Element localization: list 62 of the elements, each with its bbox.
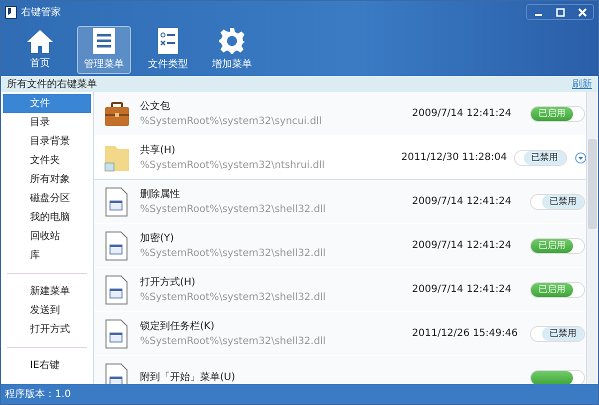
item-path: %SystemRoot%\system32\shell32.dll <box>140 290 327 304</box>
list-row[interactable]: 加密(Y) %SystemRoot%\system32\shell32.dll 2009/7/14 12:41:24 已启用 <box>94 224 586 268</box>
item-name: 锁定到任务栏(K) <box>140 320 216 334</box>
sidebar-item[interactable]: 新建菜单 <box>3 282 91 301</box>
checklist-icon <box>157 27 179 55</box>
item-date: 2011/12/26 15:49:46 <box>412 327 519 341</box>
home-icon <box>26 28 54 54</box>
gear-icon <box>218 27 246 55</box>
list-icon <box>92 27 116 55</box>
sidebar-item[interactable]: 回收站 <box>3 227 91 246</box>
toolbar-button[interactable]: 首页 <box>13 26 67 74</box>
item-date: 2009/7/14 12:41:24 <box>412 239 512 253</box>
sidebar-item[interactable]: 发送到 <box>3 301 91 320</box>
item-date: 2011/12/30 11:28:04 <box>401 151 508 165</box>
section-title: 所有文件的右键菜单 <box>7 78 97 92</box>
close-icon[interactable] <box>578 8 586 16</box>
scrollbar-thumb[interactable] <box>588 139 597 229</box>
sidebar-item[interactable]: 磁盘分区 <box>3 189 91 208</box>
list-row[interactable]: 打开方式(H) %SystemRoot%\system32\shell32.dll 2009/7/14 12:41:24 已启用 <box>94 268 586 312</box>
scrollbar[interactable] <box>586 92 598 384</box>
item-path: %SystemRoot%\system32\shell32.dll <box>140 334 327 348</box>
window-title: 右键管家 <box>21 6 61 20</box>
toggle-switch[interactable]: 已禁用 <box>530 326 585 342</box>
version-text: 程序版本：1.0 <box>5 388 71 402</box>
sidebar-item[interactable]: 打开方式 <box>3 320 91 339</box>
item-path: %SystemRoot%\system32\ntshrui.dll <box>140 158 326 172</box>
toggle-switch[interactable]: 已禁用 <box>514 150 567 166</box>
dropdown-icon[interactable] <box>574 152 586 164</box>
item-path: %SystemRoot%\system32\shell32.dll <box>140 202 327 216</box>
item-name: 加密(Y) <box>140 232 175 246</box>
toggle-switch[interactable]: 已禁用 <box>530 194 585 210</box>
item-name: 共享(H) <box>140 144 176 158</box>
app-logo-icon <box>5 6 17 18</box>
list-row[interactable]: 共享(H) %SystemRoot%\system32\ntshrui.dll 2011/12/30 11:28:04 已禁用 <box>94 136 586 180</box>
sidebar-item[interactable]: 我的电脑 <box>3 208 91 227</box>
toolbar-button[interactable]: 增加菜单 <box>205 26 259 74</box>
toggle-switch[interactable] <box>530 370 585 384</box>
item-date: 2009/7/14 12:41:24 <box>412 107 512 121</box>
item-name: 打开方式(H) <box>140 276 196 290</box>
toolbar-button[interactable]: 文件类型 <box>141 26 195 74</box>
refresh-link[interactable]: 刷新 <box>572 76 592 92</box>
file-icon <box>104 186 130 216</box>
item-date: 2009/7/14 12:41:24 <box>412 195 512 209</box>
sidebar-item[interactable]: IE右键 <box>3 356 91 375</box>
list-row[interactable]: 删除属性 %SystemRoot%\system32\shell32.dll 2009/7/14 12:41:24 已禁用 <box>94 180 586 224</box>
item-path: %SystemRoot%\system32\syncui.dll <box>140 114 323 128</box>
item-name: 附到「开始」菜单(U) <box>140 370 236 384</box>
file-icon <box>104 230 130 260</box>
sidebar-item[interactable]: 文件 <box>3 94 91 113</box>
sidebar-item[interactable]: 目录 <box>3 113 91 132</box>
item-path: %SystemRoot%\system32\shell32.dll <box>140 246 327 260</box>
restore-icon[interactable] <box>556 8 564 16</box>
sidebar-item[interactable]: 库 <box>3 246 91 265</box>
list-row[interactable]: 锁定到任务栏(K) %SystemRoot%\system32\shell32.dll 2011/12/26 15:49:46 已禁用 <box>94 312 586 356</box>
file-icon <box>104 318 130 348</box>
file-icon <box>104 274 130 304</box>
sidebar-item[interactable]: 目录背景 <box>3 132 91 151</box>
item-name: 删除属性 <box>140 188 181 202</box>
item-name: 公文包 <box>140 100 171 114</box>
item-date: 2009/7/14 12:41:24 <box>412 283 512 297</box>
sidebar-item[interactable]: 所有对象 <box>3 170 91 189</box>
sidebar-item[interactable]: 文件夹 <box>3 151 91 170</box>
